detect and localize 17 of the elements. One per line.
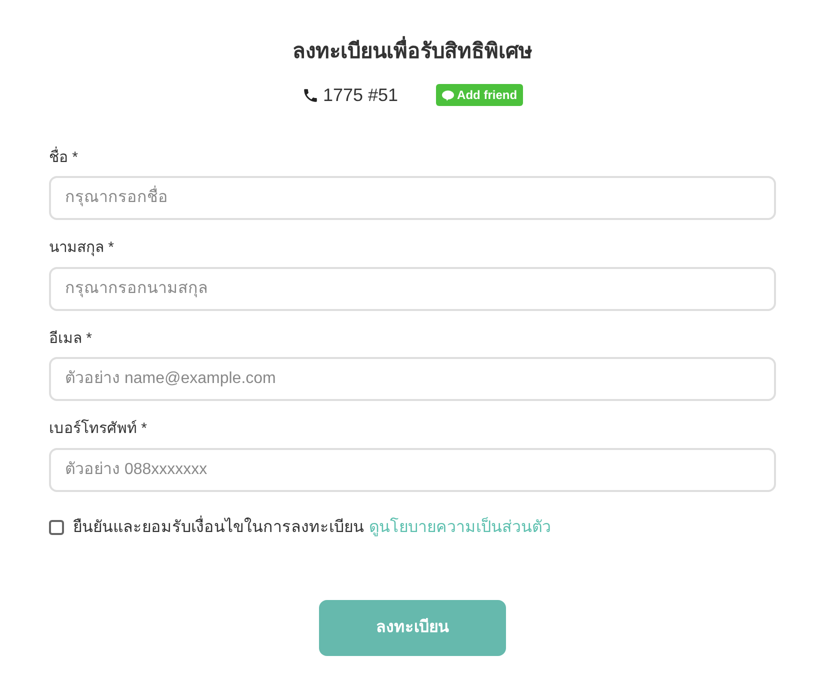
add-friend-button[interactable]: Add friend [436,84,524,106]
field-label: อีเมล * [49,328,94,348]
field-label: เบอร์โทรศัพท์ * [49,418,148,439]
text-field[interactable]: ตัวอย่าง 088xxxxxxx [49,448,776,492]
text-field[interactable]: กรุณากรอกชื่อ [49,176,776,220]
privacy-policy-link[interactable]: ดูนโยบายความเป็นส่วนตัว [369,516,551,540]
phone-number: 1775 #51 [322,84,398,106]
text-field[interactable]: ตัวอย่าง name@example.com [49,357,776,401]
phone-icon [302,86,319,104]
field-label: ชื่อ * [49,146,80,168]
field-label: นามสกุล * [49,238,116,258]
form-title: ลงทะเบียนเพื่อรับสิทธิพิเศษ [292,36,532,68]
register-button[interactable]: ลงทะเบียน [319,600,506,656]
chat-bubble-icon [442,90,454,100]
consent-checkbox[interactable] [49,520,64,535]
consent-text: ยืนยันและยอมรับเงื่อนไขในการลงทะเบียน [73,516,364,540]
text-field[interactable]: กรุณากรอกนามสกุล [49,266,776,310]
